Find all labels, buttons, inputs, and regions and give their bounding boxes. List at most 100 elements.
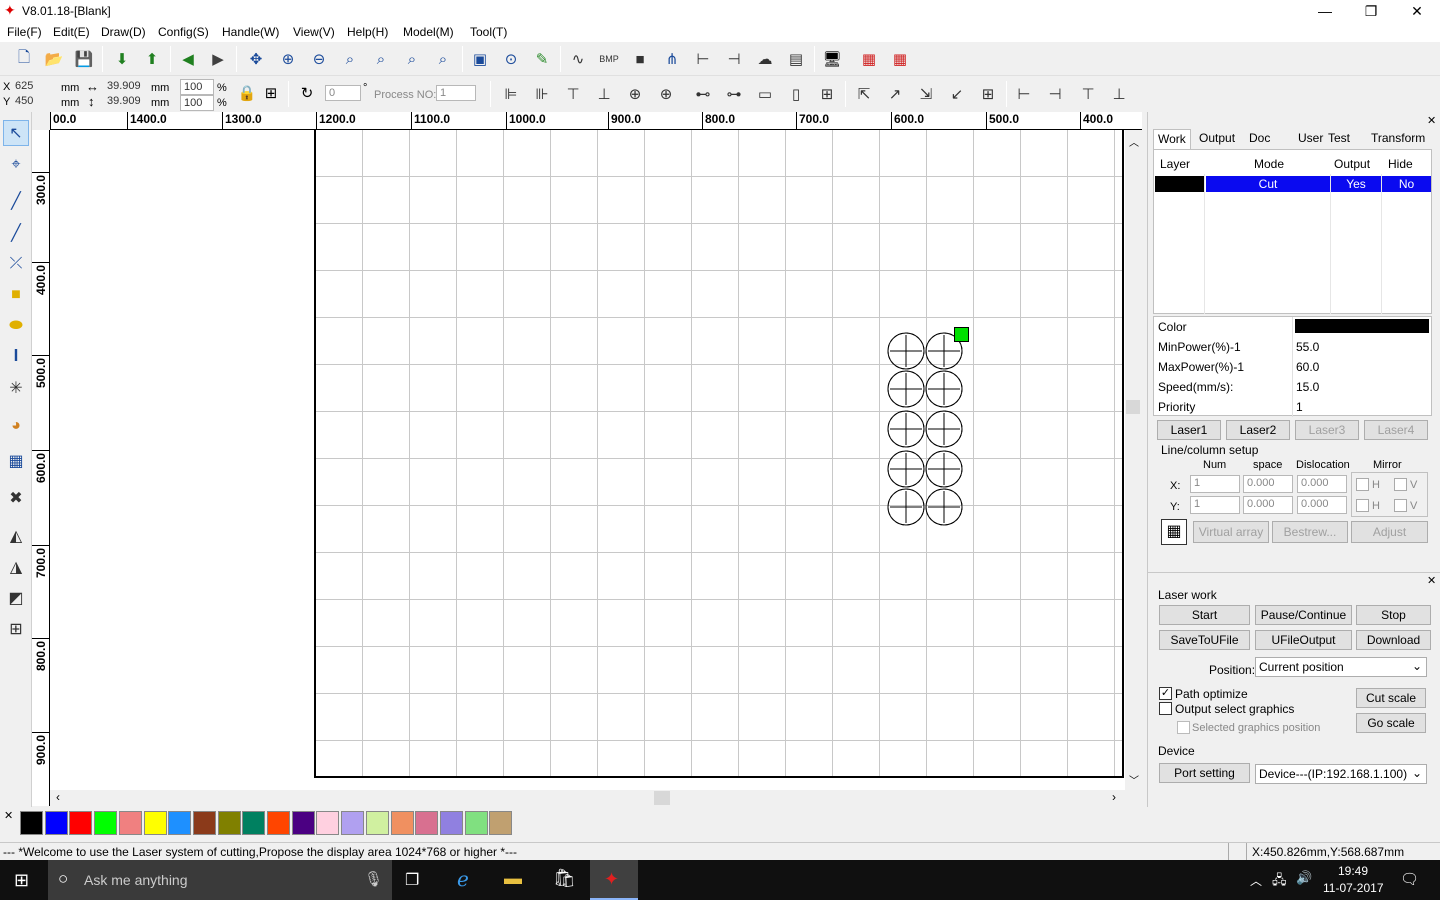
zoom-select-icon[interactable]: ⌕ <box>400 47 424 71</box>
scroll-down-icon[interactable]: ﹀ <box>1129 772 1139 787</box>
equal-vspace-icon[interactable]: ⊶ <box>722 82 746 106</box>
adjust-button[interactable]: Adjust <box>1351 521 1428 543</box>
zoom-in-icon[interactable]: ⊕ <box>276 47 300 71</box>
tab-test[interactable]: Test <box>1324 129 1354 149</box>
lock-ratio-icon[interactable]: 🔒 <box>235 81 259 105</box>
laser3-tab[interactable]: Laser3 <box>1295 420 1359 440</box>
prop-minpower-value[interactable]: 55.0 <box>1296 339 1319 355</box>
cut-scale-button[interactable]: Cut scale <box>1356 688 1426 708</box>
undo-icon[interactable]: ◀ <box>176 47 200 71</box>
zoom-page-icon[interactable]: ⌕ <box>338 47 362 71</box>
menu-file[interactable]: File(F) <box>7 25 42 39</box>
laser1-tab[interactable]: Laser1 <box>1157 420 1221 440</box>
point-tool-icon[interactable]: ✳ <box>3 375 29 401</box>
scroll-left-icon[interactable]: ‹ <box>56 790 60 804</box>
windows-start-icon[interactable]: ⊞ <box>14 870 29 891</box>
text-tool-icon[interactable]: 𝐈 <box>3 344 29 370</box>
document-icon[interactable]: ▤ <box>784 47 808 71</box>
port-setting-button[interactable]: Port setting <box>1159 763 1250 783</box>
color-swatch[interactable] <box>464 811 488 835</box>
ellipse-tool-icon[interactable]: ⬬ <box>3 313 29 339</box>
layer-mode[interactable]: Cut <box>1206 176 1330 192</box>
color-swatch[interactable] <box>118 811 142 835</box>
bmp-icon[interactable]: BMP <box>597 47 621 71</box>
tab-transform[interactable]: Transform <box>1367 129 1429 149</box>
color-swatch[interactable] <box>143 811 167 835</box>
menu-config[interactable]: Config(S) <box>158 25 209 39</box>
y-space-field[interactable]: 0.000 <box>1243 496 1293 514</box>
color-swatch[interactable] <box>94 811 118 835</box>
y-num-field[interactable]: 1 <box>1190 496 1240 514</box>
rotate-icon[interactable]: ↻ <box>295 81 319 105</box>
laser4-tab[interactable]: Laser4 <box>1364 420 1428 440</box>
import-icon[interactable]: ⬇ <box>110 47 134 71</box>
equal-hspace-icon[interactable]: ⊷ <box>691 82 715 106</box>
color-swatch[interactable] <box>20 811 43 835</box>
redo-icon[interactable]: ▶ <box>206 47 230 71</box>
horizontal-scrollbar[interactable]: ‹ › <box>50 790 1125 806</box>
tab-work[interactable]: Work <box>1153 129 1191 149</box>
bestrew-button[interactable]: Bestrew... <box>1272 521 1348 543</box>
tab-doc[interactable]: Doc <box>1245 129 1274 149</box>
microphone-icon[interactable]: 🎙 <box>364 870 383 888</box>
drawing-canvas[interactable] <box>50 130 1125 790</box>
virtual-array-button[interactable]: Virtual array <box>1193 521 1269 543</box>
select-arrow-icon[interactable]: ↖ <box>3 120 29 146</box>
x-dislocation-field[interactable]: 0.000 <box>1297 475 1347 493</box>
x-position-field[interactable]: 625 <box>12 79 60 95</box>
selected-position-checkbox[interactable] <box>1177 721 1190 734</box>
prop-speed-value[interactable]: 15.0 <box>1296 379 1319 395</box>
scroll-up-icon[interactable]: ︿ <box>1129 134 1139 149</box>
minimize-button[interactable]: — <box>1302 0 1348 22</box>
zoom-all-icon[interactable]: ⌕ <box>431 47 455 71</box>
height-percent-field[interactable]: 100 <box>180 95 214 111</box>
align-right-icon[interactable]: ⊪ <box>530 82 554 106</box>
angle-field[interactable]: 0 <box>325 85 361 101</box>
volume-icon[interactable]: 🔊 <box>1296 870 1312 886</box>
same-width-icon[interactable]: ▭ <box>753 82 777 106</box>
menu-tool[interactable]: Tool(T) <box>470 25 507 39</box>
edge-browser-icon[interactable]: ℯ <box>457 867 469 892</box>
color-swatch[interactable] <box>489 811 513 835</box>
color-swatch[interactable] <box>415 811 439 835</box>
menu-model[interactable]: Model(M) <box>403 25 454 39</box>
delete-tool-icon[interactable]: ✖ <box>3 485 29 511</box>
align-top-icon[interactable]: ⊤ <box>561 82 585 106</box>
move-right-icon[interactable]: ⊣ <box>1043 82 1067 106</box>
line-tool-icon[interactable]: ╱ <box>3 188 29 214</box>
color-swatch[interactable] <box>439 811 463 835</box>
ufile-output-button[interactable]: UFileOutput <box>1255 630 1352 650</box>
align-vcenter-icon[interactable]: ⊕ <box>654 82 678 106</box>
menu-help[interactable]: Help(H) <box>347 25 388 39</box>
layer-output[interactable]: Yes <box>1331 176 1381 192</box>
color-swatch[interactable] <box>44 811 68 835</box>
measure-icon[interactable]: ⊢ <box>691 47 715 71</box>
prop-maxpower-value[interactable]: 60.0 <box>1296 359 1319 375</box>
rectangle-tool-icon[interactable]: ■ <box>3 282 29 308</box>
zoom-fit-icon[interactable]: ⌕ <box>369 47 393 71</box>
action-center-icon[interactable]: 🗨 <box>1400 870 1419 888</box>
height-field[interactable]: 39.909 <box>104 94 148 110</box>
stop-button[interactable]: Stop <box>1356 605 1431 625</box>
zoom-out-icon[interactable]: ⊖ <box>307 47 331 71</box>
new-file-icon[interactable]: 🗋 <box>12 47 36 71</box>
mirror-x-h-checkbox[interactable] <box>1356 478 1369 491</box>
tab-output[interactable]: Output <box>1195 129 1239 149</box>
start-button[interactable]: Start <box>1159 605 1250 625</box>
go-scale-button[interactable]: Go scale <box>1356 713 1426 733</box>
align-bottom-icon[interactable]: ⊥ <box>592 82 616 106</box>
y-position-field[interactable]: 450 <box>12 94 60 110</box>
vertical-scrollbar[interactable]: ︿ ﹀ <box>1125 130 1142 790</box>
tray-arrow-icon[interactable]: ︿ <box>1250 872 1262 889</box>
scroll-thumb[interactable] <box>1126 400 1140 414</box>
array-tool-icon[interactable]: ⊞ <box>3 616 29 642</box>
output-select-checkbox[interactable] <box>1159 702 1172 715</box>
color-swatch[interactable] <box>69 811 93 835</box>
x-num-field[interactable]: 1 <box>1190 475 1240 493</box>
grid-tool-icon[interactable]: ▦ <box>3 448 29 474</box>
color-swatch[interactable] <box>192 811 216 835</box>
move-bottomright-icon[interactable]: ⇲ <box>914 82 938 106</box>
width-field[interactable]: 39.909 <box>104 79 148 95</box>
panel-close-icon[interactable]: ✕ <box>1427 114 1436 127</box>
color-swatch[interactable] <box>267 811 290 835</box>
